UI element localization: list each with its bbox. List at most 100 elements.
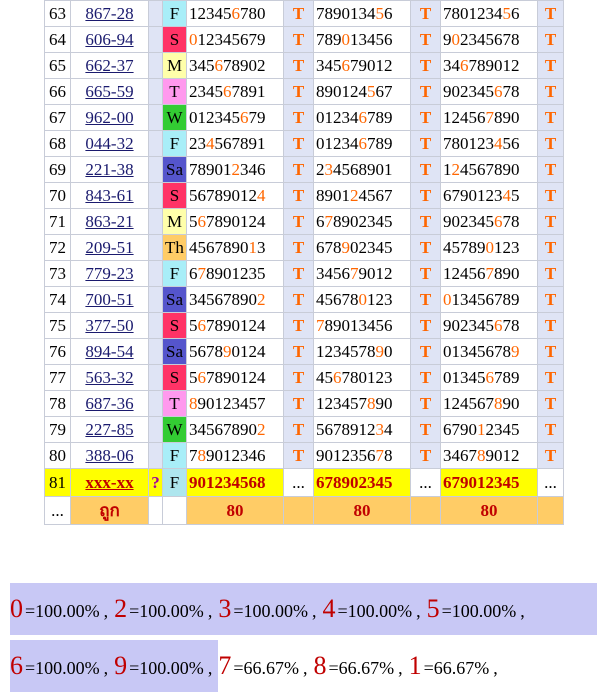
stat-digit: 2 [114, 594, 128, 623]
draw-code[interactable]: 779-23 [70, 260, 149, 287]
hit-mark-2: T [410, 442, 441, 469]
day-cell: Sa [162, 338, 187, 365]
digit-stat: 1 =66.67%, [409, 640, 504, 692]
table-row: 79 227-85 W 345678902 T 567891234 T 679012345 T [44, 416, 564, 443]
draw-code[interactable]: 606-94 [70, 26, 149, 53]
row-number: 76 [44, 338, 71, 365]
hit-mark-2: T [410, 260, 441, 287]
draw-code-link[interactable]: 044-32 [85, 134, 133, 153]
draw-code-link[interactable]: 377-50 [85, 316, 133, 335]
hit-mark-2: T [410, 130, 441, 157]
digit-highlight: 5 [375, 3, 385, 23]
draw-code-link[interactable]: 606-94 [85, 30, 133, 49]
digit-set-3: 902345678 [440, 312, 538, 339]
table-row: 73 779-23 F 678901235 T 345679012 T 124567890 T [44, 260, 564, 287]
spacer-cell [148, 260, 163, 287]
hit-mark-2: T [410, 312, 441, 339]
digits-after: 789 [367, 107, 393, 127]
draw-code[interactable]: 388-06 [70, 442, 149, 469]
digit-highlight: 7 [316, 315, 325, 335]
hit-mark-1: T [283, 312, 314, 339]
day-cell: F [162, 0, 187, 27]
draw-code[interactable]: 843-61 [70, 182, 149, 209]
digits-before: 12456 [443, 263, 486, 283]
day-cell: F [162, 260, 187, 287]
digit-highlight: 0 [485, 237, 495, 257]
totals-label: ถูก [70, 496, 149, 525]
row-number: 75 [44, 312, 71, 339]
hit-mark-3: T [537, 234, 564, 261]
digit-highlight: 6 [231, 3, 241, 23]
digit-set-3: 902345678 [440, 26, 538, 53]
digit-highlight: 2 [451, 159, 461, 179]
pending-code-link[interactable]: xxx-xx [85, 473, 133, 492]
draw-code-link[interactable]: 843-61 [85, 186, 133, 205]
draw-code-link[interactable]: 962-00 [85, 108, 133, 127]
digit-set-1: 234567891 [186, 130, 284, 157]
hit-mark-3: T [537, 182, 564, 209]
digit-highlight: 4 [206, 133, 215, 153]
draw-code[interactable]: 687-36 [70, 390, 149, 417]
draw-code-link[interactable]: 221-38 [85, 160, 133, 179]
digit-set-2: 123457890 [313, 390, 411, 417]
draw-code-link[interactable]: 687-36 [85, 394, 133, 413]
digits-before: 7890134 [316, 3, 376, 23]
draw-code[interactable]: 044-32 [70, 130, 149, 157]
digit-highlight: 6 [197, 211, 207, 231]
draw-code-link[interactable]: 388-06 [85, 446, 133, 465]
day-cell: W [162, 104, 187, 131]
draw-code[interactable]: 209-51 [70, 234, 149, 261]
draw-code[interactable]: 863-21 [70, 208, 149, 235]
draw-code[interactable]: 227-85 [70, 416, 149, 443]
digit-highlight: 8 [189, 393, 198, 413]
draw-code-link[interactable]: 867-28 [85, 4, 133, 23]
digit-set-1: 234567891 [186, 78, 284, 105]
draw-code-link[interactable]: 700-51 [85, 290, 133, 309]
draw-code-link[interactable]: 662-37 [85, 56, 133, 75]
draw-code[interactable]: 894-54 [70, 338, 149, 365]
hit-mark-1: T [283, 130, 314, 157]
draw-code-link[interactable]: 863-21 [85, 212, 133, 231]
day-cell: M [162, 208, 187, 235]
digit-set-3: 902345678 [440, 78, 538, 105]
draw-code[interactable]: 867-28 [70, 0, 149, 27]
digits-after: 79 [248, 107, 266, 127]
pending-ellipsis-1: ... [283, 468, 314, 497]
draw-code[interactable]: 662-37 [70, 52, 149, 79]
draw-code[interactable]: 563-32 [70, 364, 149, 391]
digit-highlight: 2 [257, 419, 266, 439]
hit-mark-2: T [410, 286, 441, 313]
digit-set-3: 013456789 [440, 338, 538, 365]
draw-code[interactable]: 700-51 [70, 286, 149, 313]
draw-code[interactable]: 962-00 [70, 104, 149, 131]
stat-percent: =100.00% [441, 601, 517, 621]
digit-set-1: 567890124 [186, 312, 284, 339]
spacer-cell [148, 338, 163, 365]
digit-set-2: 890124567 [313, 182, 411, 209]
draw-code[interactable]: 221-38 [70, 156, 149, 183]
draw-code-link[interactable]: 209-51 [85, 238, 133, 257]
draw-code[interactable]: 377-50 [70, 312, 149, 339]
draw-code-link[interactable]: 227-85 [85, 420, 133, 439]
digit-highlight: 9 [375, 341, 385, 361]
digits-after: 8902345 [333, 211, 393, 231]
digit-highlight: 7 [197, 263, 207, 283]
draw-code-link[interactable]: 665-59 [85, 82, 133, 101]
digits-after: 0124 [231, 341, 266, 361]
pending-code[interactable]: xxx-xx [70, 468, 149, 497]
digits-before: 5 [189, 211, 198, 231]
stat-digit: 0 [10, 594, 23, 623]
digits-after: 90 [375, 393, 393, 413]
draw-code-link[interactable]: 894-54 [85, 342, 133, 361]
stat-percent: =100.00% [25, 658, 100, 678]
digit-set-2: 789013456 [313, 26, 411, 53]
day-cell: F [162, 130, 187, 157]
draw-code-link[interactable]: 779-23 [85, 264, 133, 283]
draw-code[interactable]: 665-59 [70, 78, 149, 105]
draw-code-link[interactable]: 563-32 [85, 368, 133, 387]
table-body: 63 867-28 F 123456780 T 789013456 T 780123456 T 6… [44, 0, 564, 469]
totals-gap [537, 496, 564, 525]
row-number: 79 [44, 416, 71, 443]
hit-mark-1: T [283, 286, 314, 313]
pending-mark: ? [148, 468, 163, 497]
